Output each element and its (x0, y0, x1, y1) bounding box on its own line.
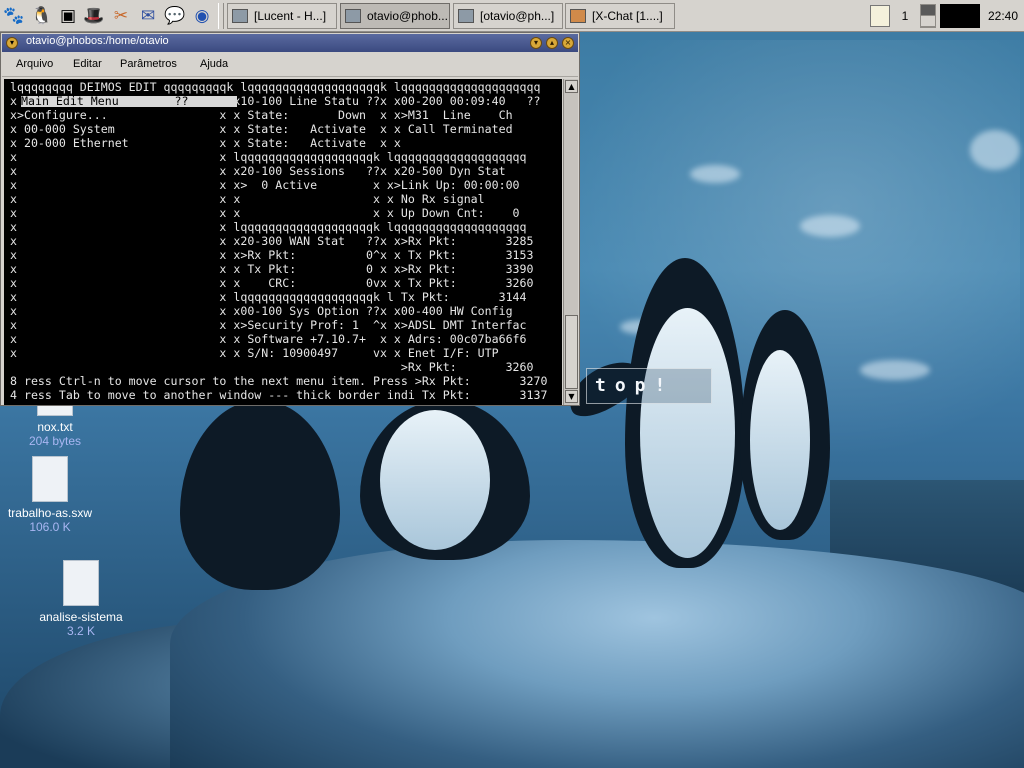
wallpaper-overlay-text: top! (586, 368, 712, 404)
scroll-up-arrow-icon[interactable]: ▲ (565, 80, 578, 93)
xchat-launcher-icon[interactable]: ✂ (109, 4, 133, 28)
desktop-icon-label: trabalho-as.sxw (7, 506, 93, 520)
window-menu-icon[interactable]: ▾ (6, 37, 18, 49)
window-title: otavio@phobos:/home/otavio (26, 35, 169, 47)
taskbar-button-label: [otavio@ph...] (480, 9, 555, 23)
terminal-scrollbar[interactable]: ▲ ▼ (563, 79, 578, 405)
desktop-icon-label: nox.txt (37, 420, 73, 434)
gnome-foot-icon[interactable]: 🐾 (2, 4, 26, 28)
terminal-output: lqqqqqqqq DEIMOS EDIT qqqqqqqqqk lqqqqqq… (10, 80, 548, 402)
terminal-screen[interactable]: lqqqqqqqq DEIMOS EDIT qqqqqqqqqk lqqqqqq… (4, 79, 562, 405)
launcher-glyph: ▣ (59, 6, 77, 26)
terminal-menubar: Arquivo Editar Parâmetros Ajuda (2, 53, 578, 77)
desktop-icon-analise-sistema[interactable]: analise-sistema 3.2 K (26, 560, 136, 638)
scroll-down-arrow-icon[interactable]: ▼ (565, 390, 578, 403)
chat-bubble-icon[interactable]: 💬 (163, 4, 187, 28)
terminal-icon (345, 9, 361, 23)
generic-file-icon (63, 560, 99, 606)
xchat-icon (570, 9, 586, 23)
taskbar-button-label: [X-Chat [1....] (592, 9, 663, 23)
tux-icon[interactable]: 🐧 (30, 4, 54, 28)
top-panel: 🐾 🐧 ▣ 🎩 ✂ ✉ 💬 ◉ [Lucent - H...] otavio@p… (0, 0, 1024, 32)
taskbar-button-terminal-2[interactable]: [otavio@ph...] (453, 3, 563, 29)
terminal-window: ▾ otavio@phobos:/home/otavio ▾ ▴ × Arqui… (0, 32, 580, 406)
desktop-icon-label: analise-sistema (39, 610, 123, 624)
launcher-glyph: 🐧 (31, 6, 53, 26)
penguin-left (160, 400, 390, 600)
menu-editar[interactable]: Editar (73, 58, 102, 70)
scrollbar-thumb[interactable] (565, 315, 578, 389)
maximize-button[interactable]: ▴ (546, 37, 558, 49)
terminal-icon (458, 9, 474, 23)
penguin-behind (730, 310, 840, 550)
launcher-glyph: ◉ (194, 6, 210, 26)
taskbar-button-xchat[interactable]: [X-Chat [1....] (565, 3, 675, 29)
taskbar-button-terminal-active[interactable]: otavio@phob... (340, 3, 450, 29)
selected-menu-item: Main Edit Menu ?? (21, 94, 189, 108)
penguin-middle (360, 400, 560, 570)
cloud (690, 165, 740, 183)
desktop-number[interactable]: 1 (894, 5, 916, 27)
taskbar-button-lucent[interactable]: [Lucent - H...] (227, 3, 337, 29)
browser-icon[interactable]: ◉ (190, 4, 214, 28)
menu-ajuda[interactable]: Ajuda (200, 58, 228, 70)
desktop-icon-nox-txt[interactable]: nox.txt 204 bytes (0, 404, 110, 448)
desktop-icon-size: 204 bytes (28, 434, 82, 448)
mail-icon[interactable]: ✉ (136, 4, 160, 28)
taskbar-button-label: [Lucent - H...] (254, 9, 327, 23)
cloud (970, 130, 1020, 170)
monitor-applet[interactable] (940, 4, 980, 28)
redhat-icon[interactable]: 🎩 (82, 4, 106, 28)
window-titlebar[interactable]: ▾ otavio@phobos:/home/otavio ▾ ▴ × (2, 34, 578, 52)
document-file-icon (32, 456, 68, 502)
panel-clock[interactable]: 22:40 (982, 4, 1024, 28)
window-icon (232, 9, 248, 23)
desktop-icon-size: 106.0 K (29, 520, 71, 534)
launcher-glyph: ✉ (140, 6, 156, 26)
desktop-icon-trabalho-as[interactable]: trabalho-as.sxw 106.0 K (0, 456, 105, 534)
menu-arquivo[interactable]: Arquivo (16, 58, 53, 70)
notes-applet-icon[interactable] (870, 5, 890, 27)
cloud (800, 215, 860, 237)
cloud (860, 360, 930, 380)
launcher-glyph: 🎩 (83, 6, 105, 26)
close-button[interactable]: × (562, 37, 574, 49)
terminal-launcher-icon[interactable]: ▣ (56, 4, 80, 28)
panel-handle[interactable] (218, 3, 224, 29)
launcher-glyph: 🐾 (3, 6, 25, 26)
launcher-glyph: 💬 (164, 6, 186, 26)
launcher-glyph: ✂ (113, 6, 129, 26)
workspace-pager[interactable] (920, 4, 936, 28)
desktop-icon-size: 3.2 K (66, 624, 96, 638)
taskbar-button-label: otavio@phob... (367, 9, 448, 23)
minimize-button[interactable]: ▾ (530, 37, 542, 49)
menu-parametros[interactable]: Parâmetros (120, 58, 177, 70)
